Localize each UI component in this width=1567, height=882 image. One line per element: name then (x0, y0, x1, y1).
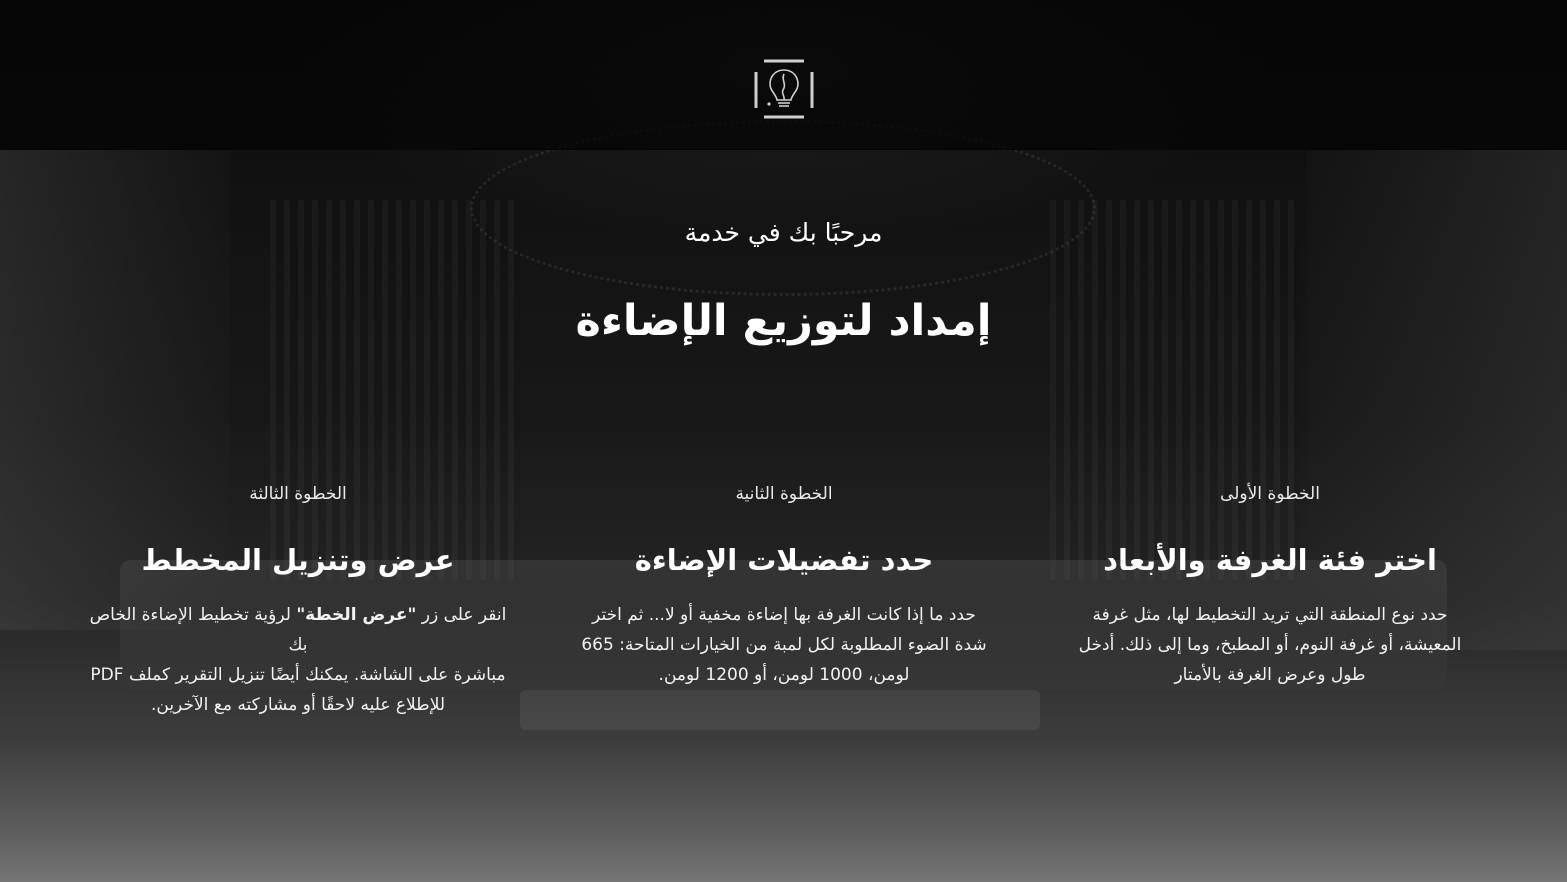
hero-subtitle: مرحبًا بك في خدمة (684, 218, 883, 247)
step-title: اختر فئة الغرفة والأبعاد (1103, 543, 1437, 577)
step-description-line: انقر على زر "عرض الخطة" لرؤية تخطيط الإض… (78, 600, 518, 660)
step-label: الخطوة الأولى (1220, 484, 1320, 504)
step-card-1: الخطوة الأولى اختر فئة الغرفة والأبعاد ح… (1050, 482, 1490, 690)
site-header (0, 0, 1567, 150)
step-description-prefix: انقر على زر (416, 605, 507, 625)
step-description-line: للإطلاع عليه لاحقًا أو مشاركته مع الآخري… (150, 695, 446, 715)
step-description-suffix: لرؤية تخطيط الإضاءة الخاص بك (89, 605, 308, 655)
step-card-2: الخطوة الثانية حدد تفضيلات الإضاءة حدد م… (564, 482, 1004, 690)
view-plan-button-reference: "عرض الخطة" (296, 605, 417, 625)
step-card-3: الخطوة الثالثة عرض وتنزيل المخطط انقر عل… (78, 482, 518, 720)
step-description-line: حدد نوع المنطقة التي تريد التخطيط لها، م… (1092, 605, 1448, 625)
step-description: حدد نوع المنطقة التي تريد التخطيط لها، م… (1050, 600, 1490, 690)
step-description-line: مباشرة على الشاشة. يمكنك أيضًا تنزيل الت… (90, 665, 506, 685)
lightbulb-logo-icon[interactable] (752, 58, 816, 120)
step-label: الخطوة الثالثة (249, 484, 347, 504)
step-title: عرض وتنزيل المخطط (141, 543, 455, 577)
step-description-line: شدة الضوء المطلوبة لكل لمبة من الخيارات … (581, 635, 987, 655)
hero-title: إمداد لتوزيع الإضاءة (575, 296, 992, 346)
step-description: انقر على زر "عرض الخطة" لرؤية تخطيط الإض… (78, 600, 518, 720)
step-description: حدد ما إذا كانت الغرفة بها إضاءة مخفية أ… (564, 600, 1004, 690)
step-description-line: طول وعرض الغرفة بالأمتار (1174, 665, 1366, 685)
step-description-line: المعيشة، أو غرفة النوم، أو المطبخ، وما إ… (1078, 635, 1462, 655)
step-label: الخطوة الثانية (735, 484, 833, 504)
page: مرحبًا بك في خدمة إمداد لتوزيع الإضاءة ا… (0, 0, 1567, 882)
background-coffee-table (520, 690, 1040, 730)
step-description-line: حدد ما إذا كانت الغرفة بها إضاءة مخفية أ… (592, 605, 976, 625)
step-description-line: لومن، 1000 لومن، أو 1200 لومن. (658, 665, 910, 685)
step-title: حدد تفضيلات الإضاءة (634, 543, 934, 577)
